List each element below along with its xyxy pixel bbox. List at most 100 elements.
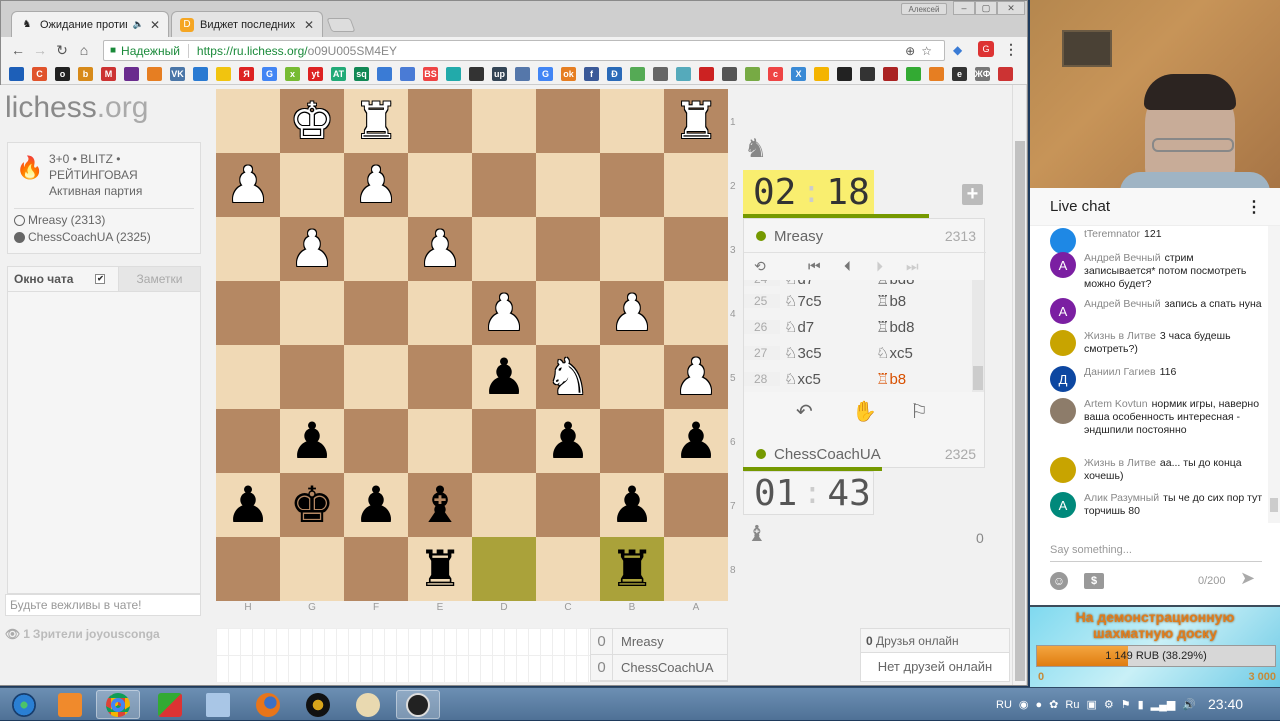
tab-chat[interactable]: Окно чата ✔ [8, 267, 118, 291]
bookmark-vk-icon[interactable]: VK [170, 66, 185, 81]
square-c3[interactable] [536, 217, 600, 281]
square-c1[interactable] [536, 89, 600, 153]
square-h1[interactable] [216, 89, 280, 153]
square-d2[interactable] [472, 153, 536, 217]
bookmark-mail-icon[interactable] [124, 66, 139, 81]
close-tab-icon[interactable]: ✕ [150, 18, 160, 32]
bookmark-g-icon[interactable]: G [262, 66, 277, 81]
square-a5[interactable]: ♟ [664, 345, 728, 409]
bookmark-sq-icon[interactable]: sq [354, 66, 369, 81]
square-e1[interactable] [408, 89, 472, 153]
square-f3[interactable] [344, 217, 408, 281]
tab-notes[interactable]: Заметки [118, 267, 200, 291]
taskbar-paint[interactable] [346, 690, 390, 719]
square-a6[interactable]: ♟ [664, 409, 728, 473]
square-a8[interactable] [664, 537, 728, 601]
volume-icon[interactable]: 🔊 [1182, 698, 1196, 711]
square-e4[interactable] [408, 281, 472, 345]
square-d6[interactable] [472, 409, 536, 473]
move-white[interactable]: ♘3c5 [780, 344, 872, 362]
bookmark-bs-icon[interactable]: BS [423, 66, 438, 81]
flip-board-icon[interactable]: ⟲ [754, 258, 766, 275]
add-time-button[interactable]: + [962, 184, 983, 205]
bookmark-star-icon[interactable] [9, 66, 24, 81]
square-g4[interactable] [280, 281, 344, 345]
bookmark-cup-icon[interactable] [676, 66, 691, 81]
taskbar-player[interactable] [296, 690, 340, 719]
bookmark-жф-icon[interactable]: ЖФ [975, 66, 990, 81]
home-icon[interactable]: ⌂ [73, 42, 95, 58]
browser-menu-icon[interactable]: ⋮ [1004, 41, 1018, 58]
square-g6[interactable]: ♟ [280, 409, 344, 473]
bookmark--icon[interactable]: Đ [607, 66, 622, 81]
black-bishop-icon[interactable]: ♝ [418, 480, 463, 530]
square-d1[interactable] [472, 89, 536, 153]
bookmark-o-icon[interactable]: o [55, 66, 70, 81]
avatar[interactable] [1050, 398, 1076, 424]
taskbar-chrome[interactable] [96, 690, 140, 719]
square-b5[interactable] [600, 345, 664, 409]
black-pawn-icon[interactable]: ♟ [610, 480, 655, 530]
next-move-icon[interactable]: ⏵ [876, 258, 883, 275]
square-e2[interactable] [408, 153, 472, 217]
maximize-button[interactable]: ▢ [975, 1, 997, 15]
bookmark-doc-icon[interactable] [377, 66, 392, 81]
taskbar-obs[interactable] [396, 690, 440, 719]
square-h4[interactable] [216, 281, 280, 345]
back-icon[interactable]: ← [7, 42, 29, 58]
bookmark-bag-icon[interactable] [216, 66, 231, 81]
square-f7[interactable]: ♟ [344, 473, 408, 537]
bookmark-globe-icon[interactable] [193, 66, 208, 81]
avatar[interactable]: A [1050, 298, 1076, 324]
start-button[interactable] [2, 690, 46, 719]
move-white[interactable]: ♘7c5 [780, 292, 872, 310]
black-rook-icon[interactable]: ♜ [610, 544, 655, 594]
bookmark-gear-icon[interactable] [860, 66, 875, 81]
move-list-scrollbar[interactable] [972, 280, 984, 392]
square-a2[interactable] [664, 153, 728, 217]
bookmark-leaf-icon[interactable] [906, 66, 921, 81]
chat-author[interactable]: Жизнь в Литве [1084, 457, 1156, 469]
square-g2[interactable] [280, 153, 344, 217]
square-g8[interactable] [280, 537, 344, 601]
bookmark-b-icon[interactable]: b [78, 66, 93, 81]
white-pawn-icon[interactable]: ♟ [226, 160, 271, 210]
taskbar-app[interactable] [148, 690, 192, 719]
bookmark-red-icon[interactable] [699, 66, 714, 81]
square-g5[interactable] [280, 345, 344, 409]
square-h5[interactable] [216, 345, 280, 409]
live-chat-scrollbar[interactable] [1268, 226, 1280, 523]
avatar[interactable]: A [1050, 492, 1076, 518]
first-move-icon[interactable]: ⏮ [808, 258, 821, 275]
black-pawn-icon[interactable]: ♟ [674, 416, 719, 466]
lichess-logo[interactable]: lichess.org [5, 91, 148, 125]
friends-header[interactable]: 0 Друзья онлайн [861, 629, 1009, 653]
square-b7[interactable]: ♟ [600, 473, 664, 537]
top-player-row[interactable]: Mreasy 2313 [744, 221, 984, 251]
address-bar[interactable]: ■ Надежный https://ru.lichess.org/ o09U0… [103, 40, 945, 61]
bookmark-books-icon[interactable] [745, 66, 760, 81]
square-h2[interactable]: ♟ [216, 153, 280, 217]
zoom-icon[interactable]: ⊕ [905, 44, 921, 58]
move-white[interactable]: ♘d7 [780, 318, 872, 336]
black-pawn-icon[interactable]: ♟ [290, 416, 335, 466]
move-black[interactable]: ♘xc5 [872, 344, 964, 362]
square-f4[interactable] [344, 281, 408, 345]
square-b1[interactable] [600, 89, 664, 153]
white-rook-icon[interactable]: ♜ [674, 96, 719, 146]
square-e7[interactable]: ♝ [408, 473, 472, 537]
taskbar-media-player[interactable] [48, 690, 92, 719]
avatar[interactable]: A [1050, 252, 1076, 278]
move-white[interactable]: ♘xc5 [780, 370, 872, 388]
square-h8[interactable] [216, 537, 280, 601]
chat-author[interactable]: Даниил Гагиев [1084, 366, 1156, 378]
square-b3[interactable] [600, 217, 664, 281]
tray-lang-icon[interactable]: Ru [1065, 699, 1079, 711]
tray-monitor-icon[interactable]: ▣ [1086, 698, 1096, 711]
bookmark-yt-icon[interactable]: yt [308, 66, 323, 81]
square-e8[interactable]: ♜ [408, 537, 472, 601]
bookmark-up-icon[interactable]: up [492, 66, 507, 81]
square-f2[interactable]: ♟ [344, 153, 408, 217]
new-tab-button[interactable] [326, 18, 356, 32]
tray-icon[interactable]: ● [1036, 699, 1043, 711]
